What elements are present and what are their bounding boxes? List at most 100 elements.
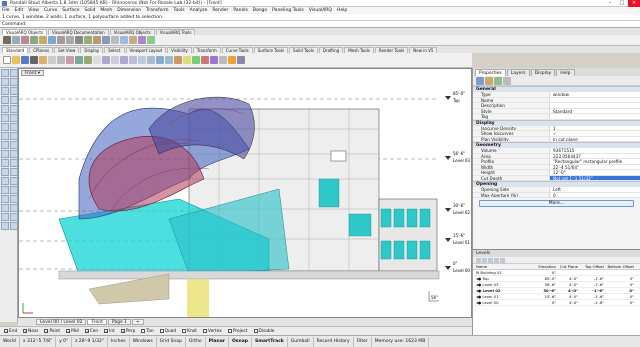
- join-icon[interactable]: [10, 186, 18, 194]
- tab-level-view[interactable]: Level 00 / Level 02: [36, 319, 87, 325]
- col-cut-plane[interactable]: Cut Plane: [558, 264, 580, 269]
- opening-side-select[interactable]: Left: [549, 187, 640, 192]
- plan-view-tool-icon[interactable]: [138, 36, 146, 44]
- maximize-button[interactable]: □: [616, 0, 628, 7]
- tab-display-panel[interactable]: Display: [530, 69, 556, 76]
- name-field[interactable]: [549, 97, 640, 102]
- osnap-near[interactable]: ✓ Near: [23, 329, 38, 334]
- redo-icon[interactable]: [84, 56, 92, 64]
- height-field[interactable]: 12'-0": [549, 170, 640, 175]
- tab-front[interactable]: Front: [87, 319, 107, 325]
- menu-curve[interactable]: Curve: [44, 8, 57, 13]
- roof-tool-icon[interactable]: [93, 36, 101, 44]
- width-field[interactable]: 22'-4 51/64": [549, 164, 640, 169]
- ortho-toggle[interactable]: Ortho: [186, 336, 206, 347]
- group-icon[interactable]: [10, 195, 18, 203]
- planar-toggle[interactable]: Planar: [206, 336, 229, 347]
- rectangle-icon[interactable]: [1, 105, 9, 113]
- boolean-difference-icon[interactable]: [10, 204, 18, 212]
- menu-transform[interactable]: Transform: [146, 8, 168, 13]
- osnap-disable[interactable]: Disable: [253, 329, 274, 334]
- layer-icon[interactable]: [183, 56, 191, 64]
- gumball-toggle[interactable]: Gumball: [288, 336, 314, 347]
- tag-field[interactable]: [549, 114, 640, 119]
- four-viewports-icon[interactable]: [156, 56, 164, 64]
- front-viewport[interactable]: 85'-0" Top 56'-6" Level 03 30'-6" Level …: [18, 68, 472, 318]
- osnap-mid-checkbox[interactable]: ✓: [66, 329, 70, 334]
- tab-help[interactable]: Help: [556, 69, 575, 76]
- rotate-view-icon[interactable]: [102, 56, 110, 64]
- description-field[interactable]: [549, 103, 640, 108]
- pan-icon[interactable]: [93, 56, 101, 64]
- text-icon[interactable]: [1, 114, 9, 122]
- import-icon[interactable]: [39, 56, 47, 64]
- menu-analyze[interactable]: Analyze: [190, 8, 208, 13]
- visualarq-properties-icon[interactable]: [494, 76, 502, 85]
- command-line-input[interactable]: Command:: [0, 21, 640, 28]
- select-all-icon[interactable]: [192, 56, 200, 64]
- menu-view[interactable]: View: [28, 8, 39, 13]
- mesh-icon[interactable]: [10, 141, 18, 149]
- isocurve-density-field[interactable]: 1: [549, 125, 640, 130]
- print-icon[interactable]: [30, 56, 38, 64]
- trim-icon[interactable]: [10, 177, 18, 185]
- add-viewport-tab-button[interactable]: +: [132, 319, 144, 325]
- perspective-icon[interactable]: [165, 56, 173, 64]
- open-file-icon[interactable]: [12, 56, 20, 64]
- table-tool-icon[interactable]: [129, 36, 137, 44]
- menu-paneling-tools[interactable]: Paneling Tools: [272, 8, 304, 13]
- menu-visualarq[interactable]: VisualARQ: [309, 8, 332, 13]
- osnap-project-checkbox[interactable]: [227, 329, 232, 333]
- osnap-point-checkbox[interactable]: ✓: [44, 329, 49, 334]
- osnap-vertex[interactable]: Vertex: [203, 329, 222, 334]
- window-tool-icon[interactable]: [48, 36, 56, 44]
- menu-file[interactable]: File: [2, 8, 10, 13]
- lock-icon[interactable]: [210, 56, 218, 64]
- render-icon[interactable]: [219, 56, 227, 64]
- tab-properties[interactable]: Properties: [475, 69, 506, 76]
- material-icon[interactable]: [485, 76, 493, 85]
- osnap-perp[interactable]: ✓ Perp: [120, 329, 135, 334]
- smarttrack-toggle[interactable]: SmartTrack: [252, 336, 288, 347]
- tab-layers[interactable]: Layers: [506, 69, 530, 76]
- osnap-knot[interactable]: Knot: [182, 329, 197, 334]
- arc-icon[interactable]: [1, 96, 9, 104]
- menu-panels[interactable]: Panels: [233, 8, 247, 13]
- menu-dimension[interactable]: Dimension: [117, 8, 141, 13]
- zoom-extents-icon[interactable]: [129, 56, 137, 64]
- offset-icon[interactable]: [1, 123, 9, 131]
- drafting-icon[interactable]: [10, 222, 18, 230]
- stair-tool-icon[interactable]: [66, 36, 74, 44]
- col-name[interactable]: Name: [473, 264, 536, 269]
- viewport-title[interactable]: Front ▾: [21, 70, 45, 76]
- polyline-icon[interactable]: [10, 78, 18, 86]
- hide-icon[interactable]: [201, 56, 209, 64]
- osnap-int[interactable]: ✓ Int: [104, 329, 115, 334]
- osnap-cen-checkbox[interactable]: ✓: [84, 329, 89, 334]
- osnap-mid[interactable]: ✓ Mid: [66, 329, 79, 334]
- style-select[interactable]: Standard: [549, 108, 640, 113]
- osnap-quad-checkbox[interactable]: [159, 329, 164, 333]
- circle-icon[interactable]: [10, 87, 18, 95]
- attributes-icon[interactable]: [503, 76, 511, 85]
- boolean-union-icon[interactable]: [1, 204, 9, 212]
- style-manager-icon[interactable]: [147, 36, 155, 44]
- osnap-cen[interactable]: ✓ Cen: [84, 329, 98, 334]
- minimize-button[interactable]: –: [604, 0, 616, 7]
- add-level-icon[interactable]: [476, 257, 481, 263]
- railing-tool-icon[interactable]: [75, 36, 83, 44]
- osnap-toggle[interactable]: Osnap: [229, 336, 252, 347]
- extrude-icon[interactable]: [1, 132, 9, 140]
- undo-view-icon[interactable]: [147, 56, 155, 64]
- polygon-icon[interactable]: [10, 105, 18, 113]
- osnap-disable-checkbox[interactable]: [253, 329, 258, 333]
- section-tool-icon[interactable]: [111, 36, 119, 44]
- history-icon[interactable]: [1, 222, 9, 230]
- surface-icon[interactable]: [10, 123, 18, 131]
- cut-icon[interactable]: [48, 56, 56, 64]
- max-aperture-field[interactable]: 0: [549, 192, 640, 197]
- level-tool-icon[interactable]: [120, 36, 128, 44]
- col-elevation[interactable]: Elevation: [536, 264, 558, 269]
- cut-depth-field[interactable]: Not set 1'-1 51/32": [549, 175, 640, 180]
- menu-surface[interactable]: Surface: [62, 8, 79, 13]
